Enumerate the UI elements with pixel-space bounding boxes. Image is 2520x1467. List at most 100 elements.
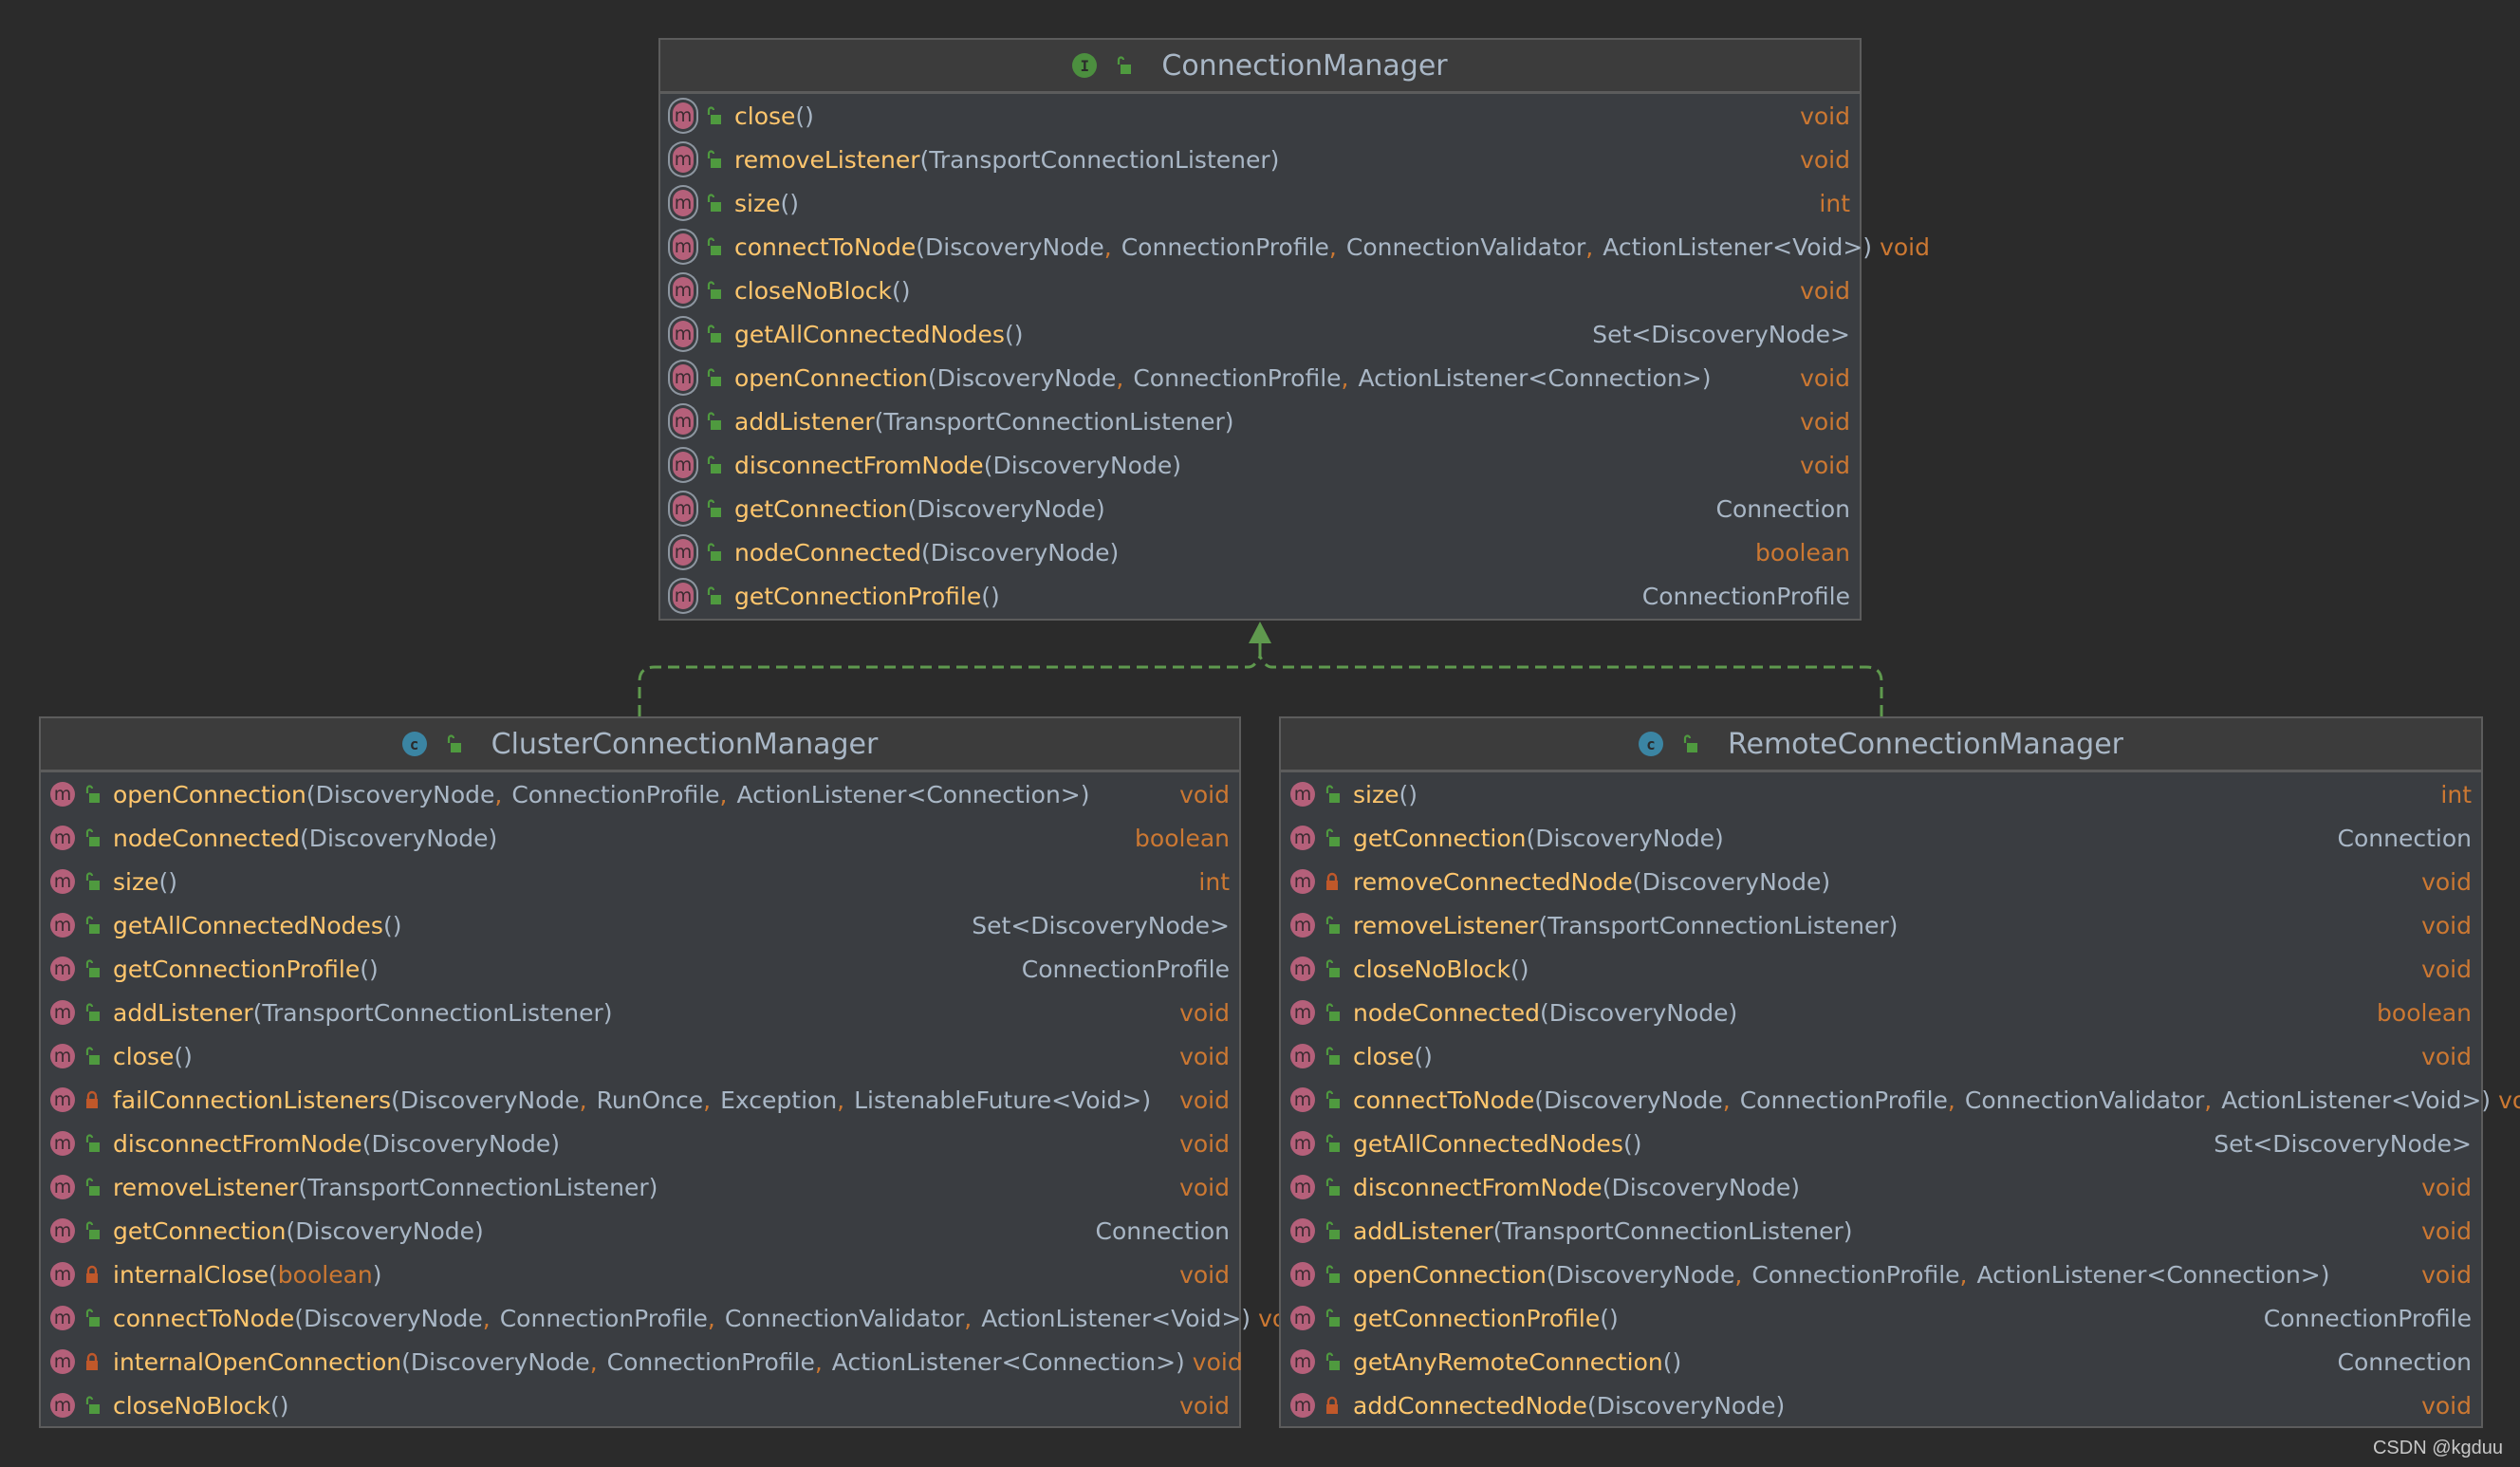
- return-type: Connection: [1715, 494, 1850, 523]
- open-paren: (: [1399, 780, 1409, 808]
- method-row[interactable]: m nodeConnected(DiscoveryNode) boolean: [41, 816, 1239, 860]
- class-box-cluster-connection-manager[interactable]: c ClusterConnectionManager m openConnecti…: [39, 716, 1308, 1428]
- open-paren: (: [401, 1347, 411, 1376]
- open-paren: (: [921, 538, 931, 566]
- method-row[interactable]: m internalOpenConnection(DiscoveryNode, Co…: [41, 1340, 1243, 1383]
- open-paren: (: [983, 451, 993, 479]
- method-row[interactable]: m internalClose(boolean) void: [41, 1253, 1239, 1296]
- method-row[interactable]: m openConnection(DiscoveryNode, Connection…: [660, 356, 1860, 399]
- method-row[interactable]: m nodeConnected(DiscoveryNode) boolean: [1281, 991, 2481, 1034]
- private-lock-icon: [84, 1090, 100, 1109]
- method-row[interactable]: m removeListener(TransportConnectionListe…: [41, 1165, 1239, 1209]
- param-separator: ,: [579, 1086, 587, 1114]
- method-row[interactable]: m getAllConnectedNodes() Set<DiscoveryNode…: [1281, 1122, 2481, 1165]
- open-paren: (: [306, 780, 316, 808]
- param-type: ActionListener<Connection>: [831, 1347, 1177, 1376]
- method-row[interactable]: m failConnectionListeners(DiscoveryNode, R…: [41, 1078, 1239, 1122]
- open-paren: (: [1622, 1129, 1633, 1158]
- method-row[interactable]: m disconnectFromNode(DiscoveryNode) void: [41, 1122, 1239, 1165]
- method-row[interactable]: m closeNoBlock() void: [1281, 947, 2481, 991]
- close-paren: ): [183, 1042, 193, 1070]
- method-icon: m: [1290, 826, 1315, 850]
- method-name: getConnection: [113, 1216, 287, 1245]
- method-row[interactable]: m getConnection(DiscoveryNode) Connection: [660, 487, 1860, 530]
- return-type: void: [1800, 407, 1850, 436]
- method-name: size: [734, 189, 781, 217]
- return-type: void: [1880, 232, 1930, 261]
- method-row[interactable]: m getConnection(DiscoveryNode) Connection: [41, 1209, 1239, 1253]
- method-row[interactable]: m close() void: [1281, 1034, 2481, 1078]
- method-row[interactable]: m getConnectionProfile() ConnectionProfile: [1281, 1296, 2481, 1340]
- param-type: ConnectionValidator: [1345, 232, 1586, 261]
- param-type: ConnectionProfile: [1739, 1086, 1948, 1114]
- method-name: internalOpenConnection: [113, 1347, 402, 1376]
- return-type: void: [1179, 998, 1230, 1027]
- open-paren: (: [360, 955, 370, 983]
- public-lock-icon: [84, 1309, 100, 1328]
- param-type: ConnectionValidator: [724, 1304, 965, 1332]
- method-name: disconnectFromNode: [113, 1129, 362, 1158]
- method-row[interactable]: m openConnection(DiscoveryNode, Connection…: [41, 772, 1239, 816]
- method-row[interactable]: m getAllConnectedNodes() Set<DiscoveryNode…: [41, 903, 1239, 947]
- public-lock-icon: [446, 734, 461, 753]
- method-row[interactable]: m getConnectionProfile() ConnectionProfile: [41, 947, 1239, 991]
- method-row[interactable]: m removeConnectedNode(DiscoveryNode) void: [1281, 860, 2481, 903]
- param-type: DiscoveryNode: [315, 780, 495, 808]
- method-row[interactable]: m close() void: [660, 94, 1860, 138]
- public-lock-icon: [84, 1396, 100, 1415]
- interface-box-connection-manager[interactable]: I ConnectionManager m close() void m removeL…: [658, 38, 1930, 621]
- return-type: Connection: [2337, 824, 2472, 852]
- public-lock-icon: [1325, 1265, 1340, 1284]
- method-row[interactable]: m addListener(TransportConnectionListener…: [1281, 1209, 2481, 1253]
- open-paren: (: [780, 189, 790, 217]
- method-row[interactable]: m size() int: [1281, 772, 2481, 816]
- method-row[interactable]: m disconnectFromNode(DiscoveryNode) void: [1281, 1165, 2481, 1209]
- method-row[interactable]: m openConnection(DiscoveryNode, Connection…: [1281, 1253, 2481, 1296]
- method-row[interactable]: m connectToNode(DiscoveryNode, ConnectionP…: [660, 225, 1930, 269]
- open-paren: (: [270, 1391, 280, 1420]
- method-name: closeNoBlock: [734, 276, 893, 305]
- param-type: TransportConnectionListener: [307, 1173, 649, 1201]
- method-row[interactable]: m closeNoBlock() void: [660, 269, 1860, 312]
- method-row[interactable]: m removeListener(TransportConnectionListe…: [660, 138, 1860, 181]
- abstract-method-icon: m: [673, 277, 694, 304]
- method-row[interactable]: m nodeConnected(DiscoveryNode) boolean: [660, 530, 1860, 574]
- param-separator: ,: [494, 780, 503, 808]
- method-row[interactable]: m disconnectFromNode(DiscoveryNode) void: [660, 443, 1860, 487]
- method-row[interactable]: m getAllConnectedNodes() Set<DiscoveryNode…: [660, 312, 1860, 356]
- method-icon: m: [1290, 1349, 1315, 1374]
- public-lock-icon: [84, 872, 100, 891]
- param-type: RunOnce: [596, 1086, 704, 1114]
- method-row[interactable]: m getConnectionProfile() ConnectionProfile: [660, 574, 1860, 618]
- public-lock-icon: [1325, 1134, 1340, 1153]
- class-box-remote-connection-manager[interactable]: c RemoteConnectionManager m size() int m get…: [1279, 716, 2520, 1428]
- public-lock-icon: [706, 150, 721, 169]
- open-paren: (: [1540, 998, 1549, 1027]
- return-type: void: [2421, 1216, 2472, 1245]
- method-row[interactable]: m size() int: [41, 860, 1239, 903]
- close-paren: ): [1843, 1216, 1853, 1245]
- box-header: I ConnectionManager: [660, 40, 1860, 94]
- method-row[interactable]: m addListener(TransportConnectionListener…: [41, 991, 1239, 1034]
- method-row[interactable]: m size() int: [660, 181, 1860, 225]
- method-row[interactable]: m connectToNode(DiscoveryNode, ConnectionP…: [1281, 1078, 2520, 1122]
- public-lock-icon: [84, 1178, 100, 1197]
- param-type: ActionListener<Connection>: [1358, 363, 1702, 392]
- box-title: ClusterConnectionManager: [491, 727, 879, 761]
- open-paren: (: [298, 1173, 308, 1201]
- method-name: size: [113, 867, 159, 896]
- method-row[interactable]: m addListener(TransportConnectionListener…: [660, 399, 1860, 443]
- close-paren: ): [789, 189, 800, 217]
- method-row[interactable]: m removeListener(TransportConnectionListe…: [1281, 903, 2481, 947]
- method-row[interactable]: m close() void: [41, 1034, 1239, 1078]
- method-row[interactable]: m connectToNode(DiscoveryNode, ConnectionP…: [41, 1296, 1308, 1340]
- method-row[interactable]: m closeNoBlock() void: [41, 1383, 1239, 1427]
- method-name: failConnectionListeners: [113, 1086, 392, 1114]
- method-row[interactable]: m getConnection(DiscoveryNode) Connection: [1281, 816, 2481, 860]
- param-type: DiscoveryNode: [295, 1216, 475, 1245]
- method-row[interactable]: m getAnyRemoteConnection() Connection: [1281, 1340, 2481, 1383]
- method-icon: m: [50, 956, 75, 981]
- method-row[interactable]: m addConnectedNode(DiscoveryNode) void: [1281, 1383, 2481, 1427]
- open-paren: (: [294, 1304, 304, 1332]
- open-paren: (: [286, 1216, 296, 1245]
